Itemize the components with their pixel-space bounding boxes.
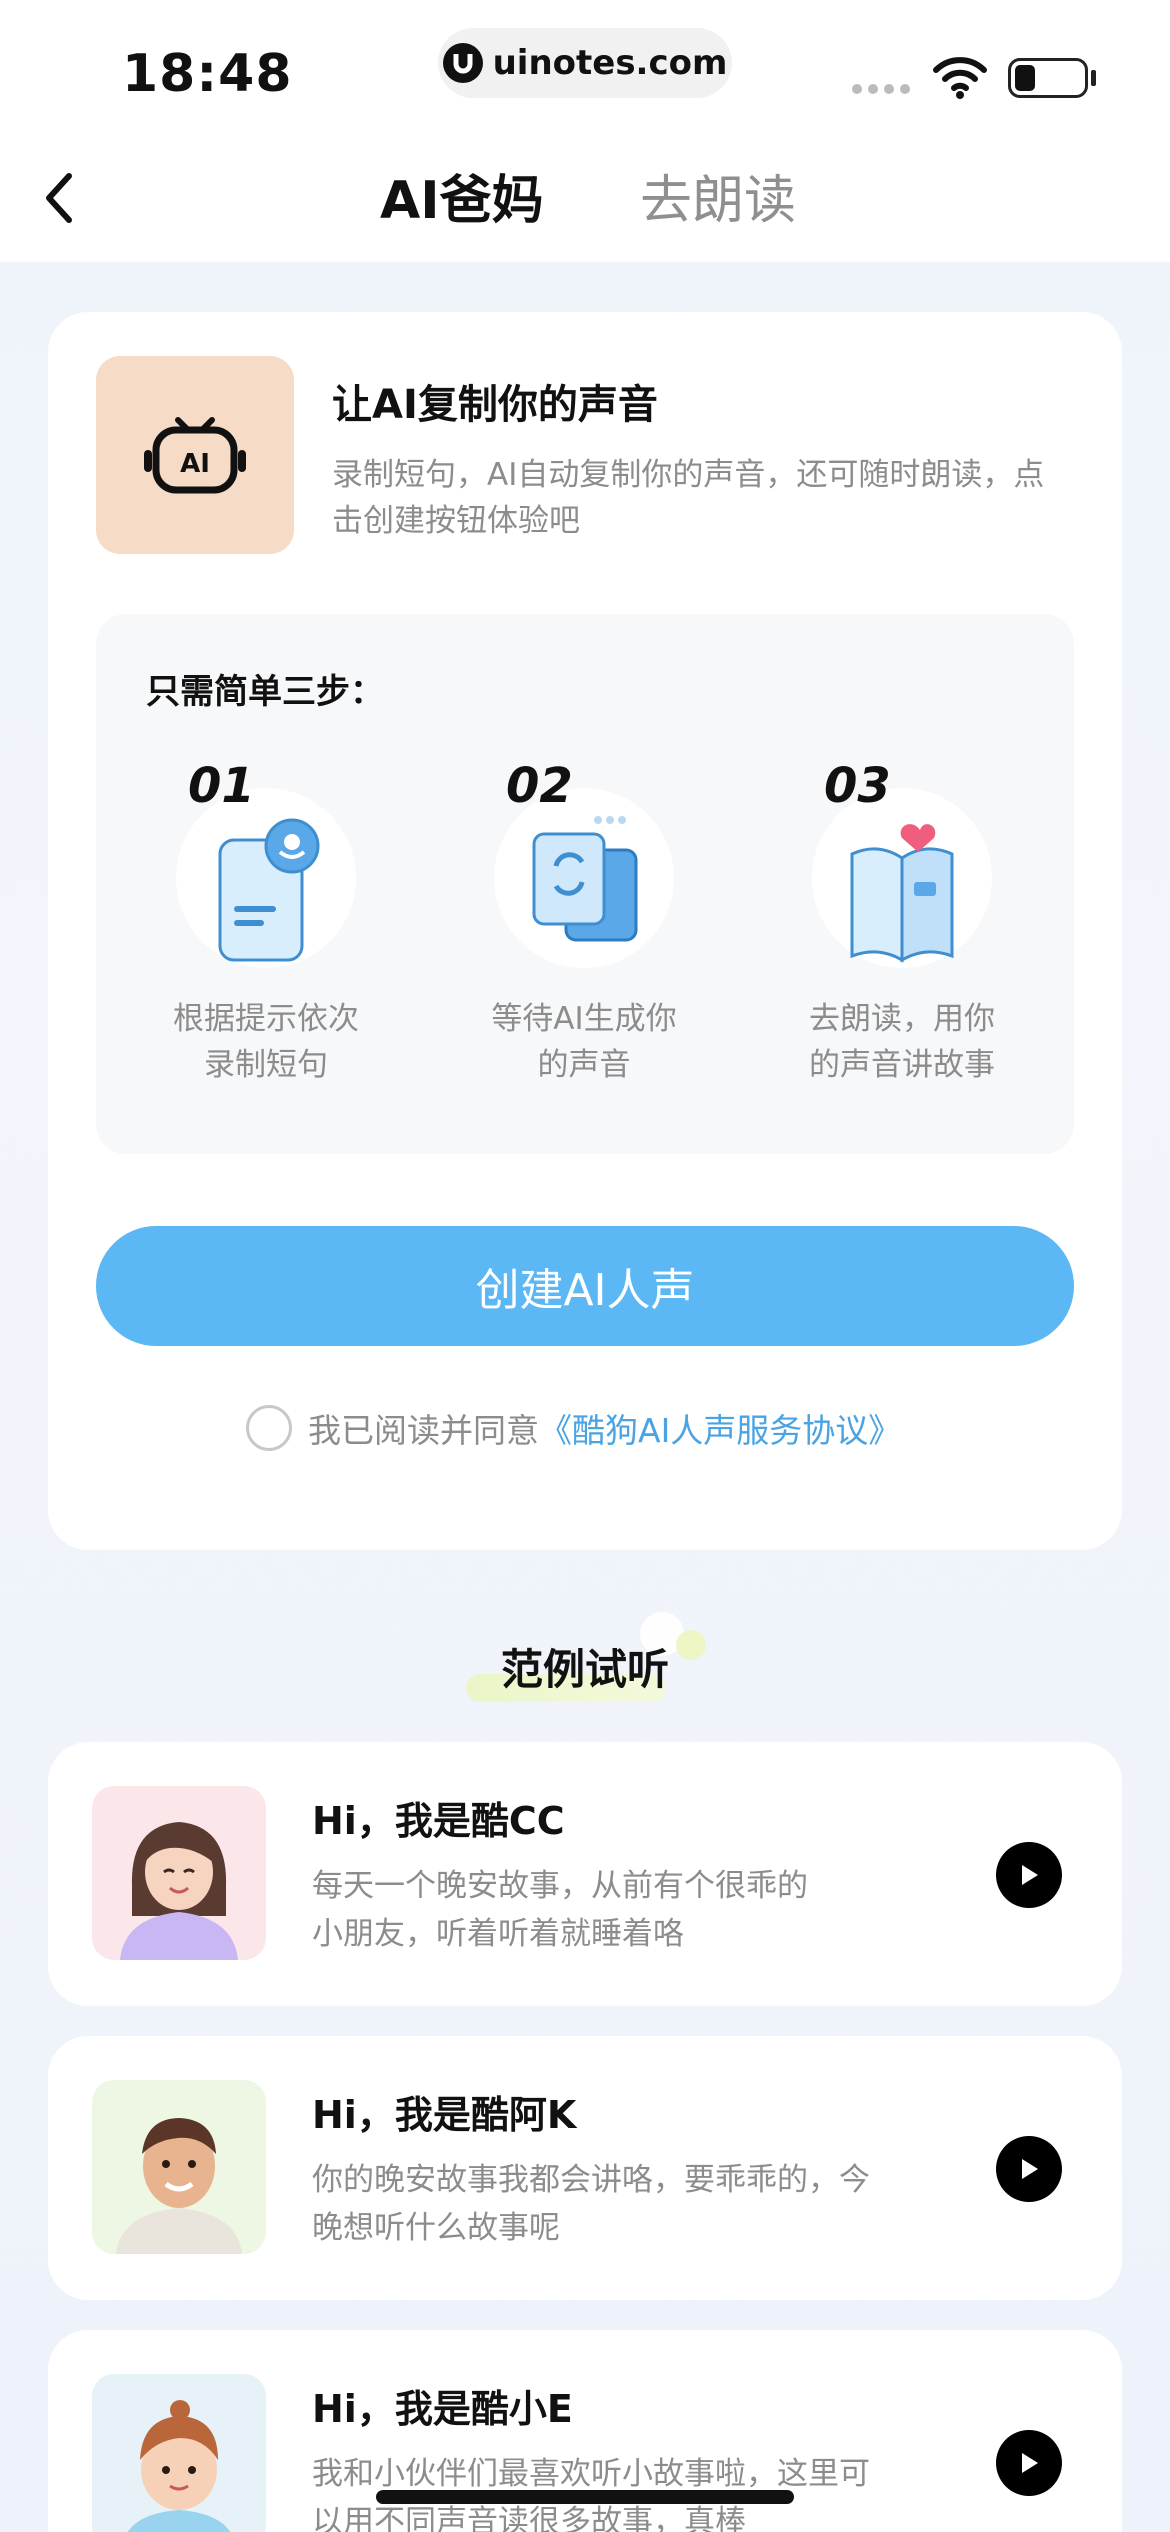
- play-e-button[interactable]: [996, 2430, 1062, 2496]
- wifi-icon: [932, 56, 988, 104]
- agreement-link[interactable]: 《酷狗AI人声服务协议》: [539, 1404, 901, 1452]
- sample-ak-title: Hi，我是酷阿K: [312, 2093, 577, 2137]
- agreement-text: 我已阅读并同意: [308, 1411, 539, 1450]
- play-icon: [1022, 2453, 1038, 2473]
- sample-ak-desc: 你的晚安故事我都会讲咯，要乖乖的，今 晚想听什么故事呢: [312, 2162, 870, 2246]
- nav-bar: [0, 130, 1170, 262]
- site-logo-icon: [442, 43, 483, 83]
- step-1-label: 根据提示依次 录制短句: [173, 1001, 359, 1083]
- phone-mic-icon: [176, 800, 356, 980]
- avatar-e: [92, 2374, 266, 2532]
- battery-icon: [1008, 58, 1088, 98]
- step-2-label: 等待AI生成你 的声音: [491, 1001, 677, 1083]
- step-3-label: 去朗读，用你 的声音讲故事: [809, 1001, 995, 1083]
- agreement-radio[interactable]: [246, 1405, 292, 1451]
- svg-text:AI: AI: [180, 449, 210, 479]
- play-ak-button[interactable]: [996, 2136, 1062, 2202]
- create-ai-voice-button[interactable]: 创建AI人声: [96, 1226, 1074, 1346]
- play-cc-button[interactable]: [996, 1842, 1062, 1908]
- tab-read-aloud[interactable]: 去朗读: [640, 158, 796, 233]
- avatar-ak: [92, 2080, 266, 2254]
- sample-cc-desc: 每天一个晚安故事，从前有个很乖的 小朋友，听着听着就睡着咯: [312, 1868, 808, 1952]
- create-button-label: 创建AI人声: [475, 1265, 695, 1316]
- play-icon: [1022, 1865, 1038, 1885]
- samples-title: 范例试听: [500, 1645, 669, 1694]
- steps-title: 只需简单三步：: [146, 672, 384, 712]
- intro-title: 让AI复制你的声音: [332, 382, 658, 428]
- url-pill[interactable]: uinotes.com: [438, 28, 732, 98]
- sync-cards-icon: [494, 800, 674, 980]
- tab-ai-parents[interactable]: AI爸妈: [380, 158, 544, 233]
- battery-nub: [1091, 70, 1096, 86]
- cellular-signal-icon: [852, 84, 910, 94]
- sample-e-title: Hi，我是酷小E: [312, 2387, 573, 2431]
- intro-description: 录制短句，AI自动复制你的声音，还可随时朗读，点击创建按钮体验吧: [332, 457, 1045, 539]
- url-text: uinotes.com: [492, 43, 728, 83]
- home-indicator[interactable]: [376, 2490, 794, 2504]
- sample-cc-title: Hi，我是酷CC: [312, 1799, 565, 1843]
- book-heart-icon: [812, 800, 992, 980]
- play-icon: [1022, 2159, 1038, 2179]
- ai-robot-icon: AI: [144, 417, 246, 494]
- avatar-cc: [92, 1786, 266, 1960]
- status-time: 18:48: [122, 44, 293, 104]
- robot-tile: AI: [96, 356, 294, 554]
- back-button[interactable]: [28, 162, 88, 234]
- chevron-left-icon: [46, 173, 72, 223]
- agreement-row: 我已阅读并同意 《酷狗AI人声服务协议》: [246, 1404, 901, 1452]
